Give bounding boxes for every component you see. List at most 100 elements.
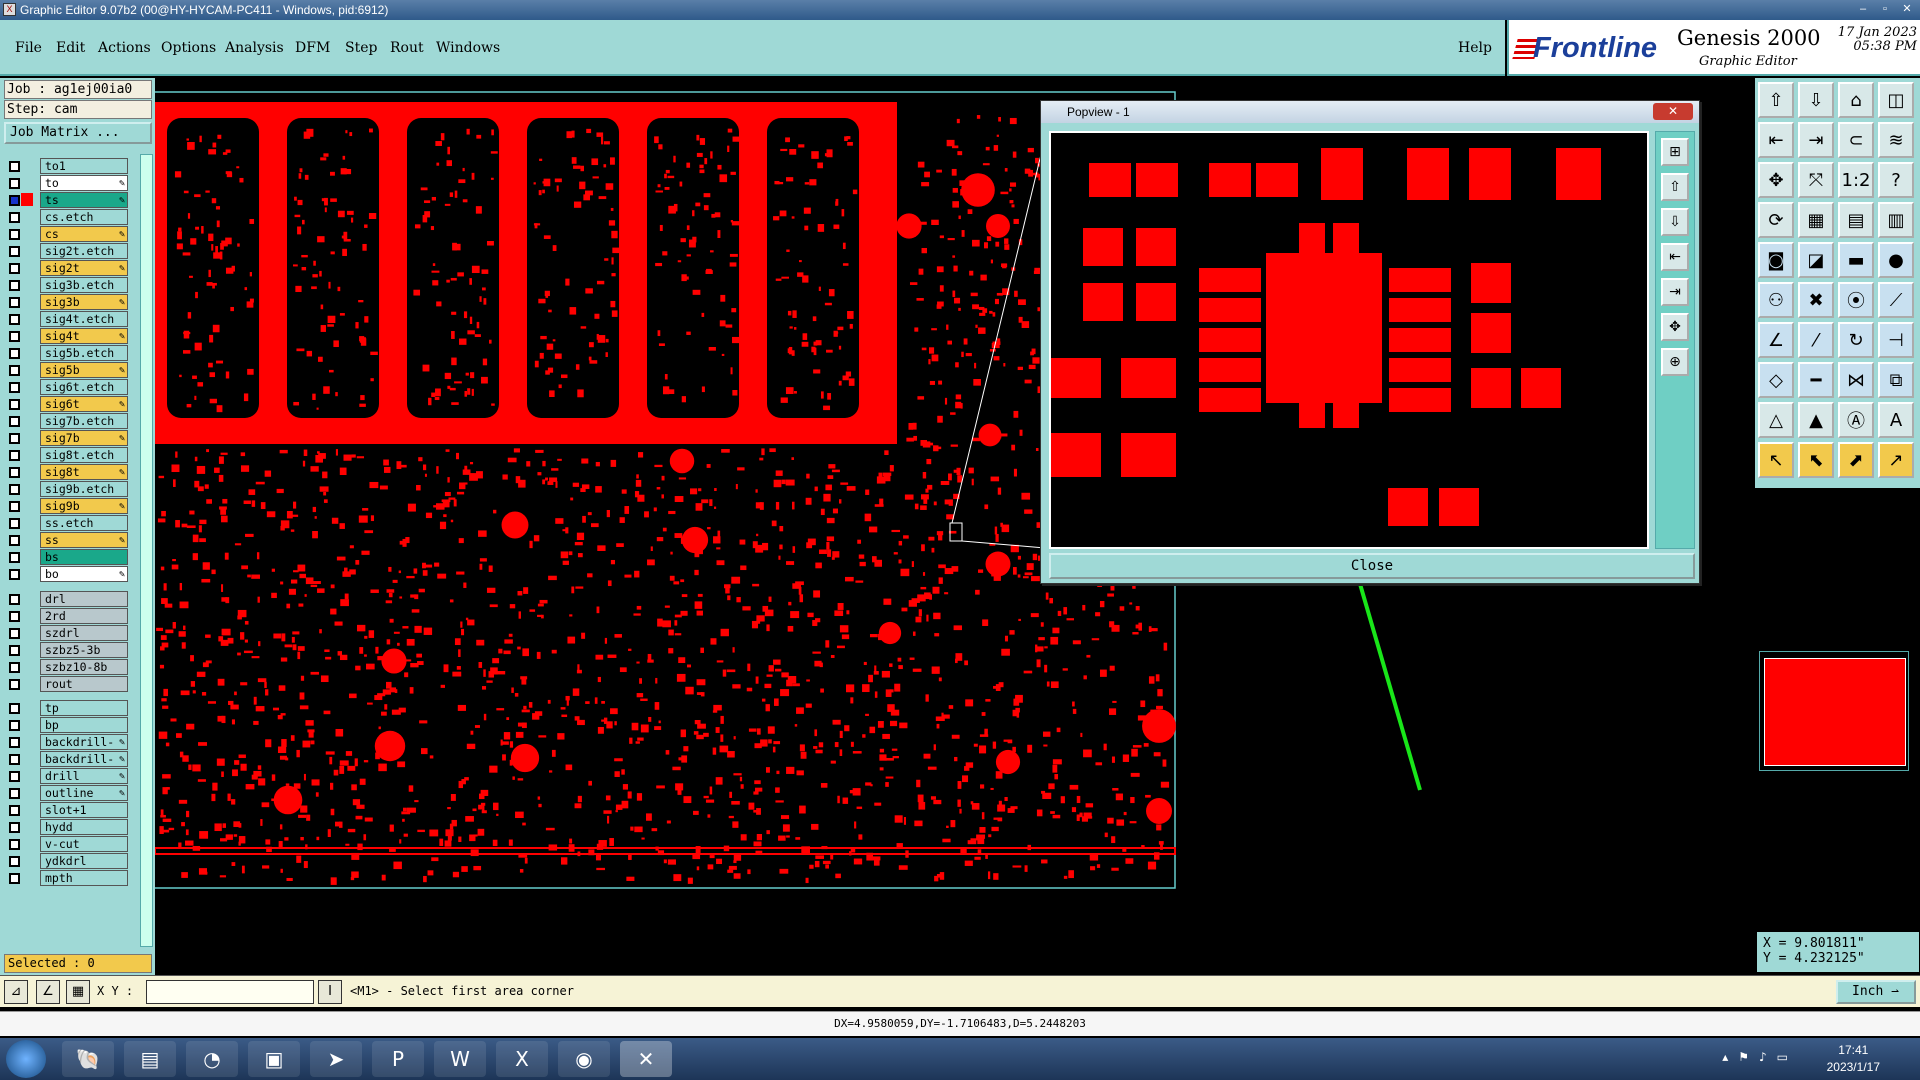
layer-name[interactable]: cs.etch xyxy=(40,209,128,225)
maximize-button[interactable]: ▫ xyxy=(1878,2,1892,16)
snap-icon[interactable]: ⊿ xyxy=(4,980,28,1004)
xy-input[interactable] xyxy=(146,980,314,1004)
popview-tool-icon[interactable]: ⊞ xyxy=(1661,138,1689,166)
popview-tool-icon[interactable]: ⊕ xyxy=(1661,348,1689,376)
window-icon[interactable]: ◫ xyxy=(1878,82,1914,118)
pad-icon[interactable]: ◙ xyxy=(1758,242,1794,278)
move-left-icon[interactable]: ⇤ xyxy=(1758,122,1794,158)
tray-flag-icon[interactable]: ⚑ xyxy=(1738,1050,1749,1064)
layer-row[interactable]: drill ✎ xyxy=(4,768,140,785)
layer-scrollbar[interactable] xyxy=(140,154,153,947)
layer-checkbox[interactable] xyxy=(9,610,20,622)
popview-tool-icon[interactable]: ⇧ xyxy=(1661,173,1689,201)
layer-name[interactable]: sig5b.etch xyxy=(40,345,128,361)
layer-name[interactable]: sig7b ✎ xyxy=(40,430,128,446)
layer-name[interactable]: sig8t.etch xyxy=(40,447,128,463)
menu-options[interactable]: Options xyxy=(161,40,216,56)
layer-row[interactable]: v-cut xyxy=(4,836,140,853)
layer-row[interactable]: outline ✎ xyxy=(4,785,140,802)
layer-row[interactable]: backdrill- ✎ xyxy=(4,751,140,768)
connect-icon[interactable]: ⚇ xyxy=(1758,282,1794,318)
move-right-icon[interactable]: ⇥ xyxy=(1798,122,1834,158)
layer-checkbox[interactable] xyxy=(9,246,20,257)
layer-checkbox[interactable] xyxy=(9,450,20,461)
tray-volume-icon[interactable]: ♪ xyxy=(1759,1050,1767,1064)
layer-checkbox[interactable] xyxy=(9,280,20,291)
layer-row[interactable]: sig6t ✎ xyxy=(4,396,140,413)
layer-name[interactable]: bp xyxy=(40,717,128,733)
layer-name[interactable]: to1 xyxy=(40,158,128,174)
layer-name[interactable]: sig4t.etch xyxy=(40,311,128,327)
layer-name[interactable]: ss ✎ xyxy=(40,532,128,548)
feature-icon[interactable]: ◪ xyxy=(1798,242,1834,278)
menu-windows[interactable]: Windows xyxy=(436,40,500,56)
menu-rout[interactable]: Rout xyxy=(390,40,424,56)
layer-row[interactable]: sig7b ✎ xyxy=(4,430,140,447)
grid-icon[interactable]: ▦ xyxy=(66,980,90,1004)
layer-checkbox[interactable] xyxy=(9,195,20,206)
layer-checkbox[interactable] xyxy=(9,873,20,884)
layer-row[interactable]: szbz5-3b xyxy=(4,641,140,659)
wave-icon[interactable]: ≋ xyxy=(1878,122,1914,158)
layer-checkbox[interactable] xyxy=(9,433,20,444)
layer-checkbox[interactable] xyxy=(9,856,20,867)
taskbar-eye-app-icon[interactable]: ◉ xyxy=(558,1041,610,1077)
home-icon[interactable]: ⌂ xyxy=(1838,82,1874,118)
layer-name[interactable]: sig2t.etch xyxy=(40,243,128,259)
taskbar-excel-icon[interactable]: X xyxy=(496,1041,548,1077)
layer-name[interactable]: szbz5-3b xyxy=(40,641,128,658)
layer-checkbox[interactable] xyxy=(9,178,20,189)
layer-name[interactable]: drl xyxy=(40,590,128,607)
layer-row[interactable]: bp xyxy=(4,717,140,734)
layer-name[interactable]: 2rd xyxy=(40,607,128,624)
taskbar-save-icon[interactable]: ▣ xyxy=(248,1041,300,1077)
layer-row[interactable]: to ✎ xyxy=(4,175,140,192)
layer-row[interactable]: ydkdrl xyxy=(4,853,140,870)
layer-checkbox[interactable] xyxy=(9,382,20,393)
layers-icon[interactable]: ▤ xyxy=(1838,202,1874,238)
menu-edit[interactable]: Edit xyxy=(56,40,85,56)
layer-checkbox[interactable] xyxy=(9,212,20,223)
layer-row[interactable]: mpth xyxy=(4,870,140,887)
layer-name[interactable]: slot+1 xyxy=(40,802,128,818)
layer-name[interactable]: bs xyxy=(40,549,128,565)
layer-row[interactable]: szbz10-8b xyxy=(4,658,140,676)
layer-row[interactable]: bo ✎ xyxy=(4,566,140,583)
line-icon[interactable]: ▬ xyxy=(1838,242,1874,278)
layer-row[interactable]: tp xyxy=(4,700,140,717)
clip-icon[interactable]: ⊂ xyxy=(1838,122,1874,158)
triangle-fill-icon[interactable]: ▲ xyxy=(1798,402,1834,438)
zoom-fit-icon[interactable]: ⤧ xyxy=(1798,162,1834,198)
layer-checkbox[interactable] xyxy=(9,678,20,690)
layer-row[interactable]: sig4t.etch xyxy=(4,311,140,328)
layer-checkbox[interactable] xyxy=(9,518,20,529)
layer-name[interactable]: backdrill- ✎ xyxy=(40,734,128,750)
taskbar-cursor-app-icon[interactable]: ➤ xyxy=(310,1041,362,1077)
close-window-button[interactable]: ✕ xyxy=(1900,2,1914,16)
layer-checkbox[interactable] xyxy=(9,661,20,673)
layer-checkbox[interactable] xyxy=(9,416,20,427)
home-up-icon[interactable]: ⇧ xyxy=(1758,82,1794,118)
layer-name[interactable]: ts ✎ xyxy=(40,192,128,208)
layer-row[interactable]: sig8t ✎ xyxy=(4,464,140,481)
grid-icon[interactable]: ▦ xyxy=(1798,202,1834,238)
slash-icon[interactable]: ⟋ xyxy=(1878,282,1914,318)
taskbar-word-icon[interactable]: W xyxy=(434,1041,486,1077)
layer-checkbox[interactable] xyxy=(9,484,20,495)
layer-name[interactable]: sig3b ✎ xyxy=(40,294,128,310)
layer-checkbox[interactable] xyxy=(9,535,20,546)
popview-close-x-button[interactable]: ✕ xyxy=(1653,103,1693,120)
home-down-icon[interactable]: ⇩ xyxy=(1798,82,1834,118)
layer-row[interactable]: sig5b ✎ xyxy=(4,362,140,379)
layer-checkbox[interactable] xyxy=(9,314,20,325)
layer-checkbox[interactable] xyxy=(9,467,20,478)
layer-row[interactable]: sig3b ✎ xyxy=(4,294,140,311)
layer-row[interactable]: ss ✎ xyxy=(4,532,140,549)
layer-row[interactable]: backdrill- ✎ xyxy=(4,734,140,751)
taskbar-browser-icon[interactable]: ◔ xyxy=(186,1041,238,1077)
layer-row[interactable]: cs.etch xyxy=(4,209,140,226)
layer-name[interactable]: cs ✎ xyxy=(40,226,128,242)
layer-row[interactable]: sig9b ✎ xyxy=(4,498,140,515)
layer-row[interactable]: cs ✎ xyxy=(4,226,140,243)
layer-row[interactable]: sig2t.etch xyxy=(4,243,140,260)
